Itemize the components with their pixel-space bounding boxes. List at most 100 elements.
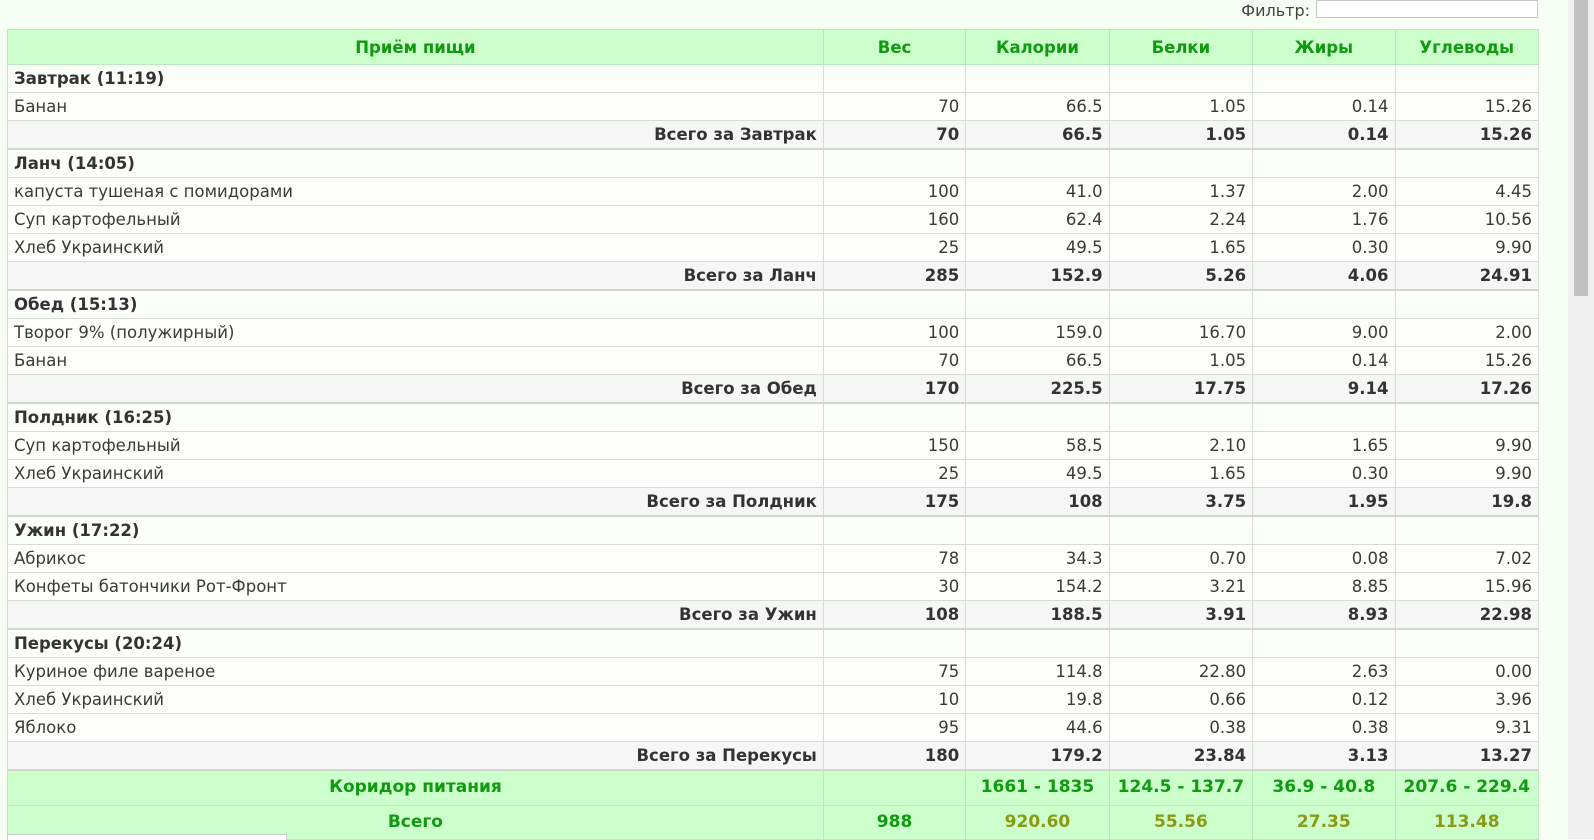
- food-calories: 66.5: [965, 92, 1110, 121]
- subtotal-carbs: 24.91: [1394, 261, 1539, 291]
- empty-cell: [822, 148, 967, 178]
- food-carbs: 7.02: [1394, 544, 1539, 573]
- food-protein: 0.66: [1108, 685, 1254, 714]
- empty-cell: [1108, 515, 1254, 545]
- subtotal-protein: 1.05: [1108, 120, 1254, 150]
- subtotal-fat: 1.95: [1252, 487, 1396, 517]
- column-header-calories[interactable]: Калории: [965, 29, 1110, 65]
- subtotal-fat: 8.93: [1252, 600, 1396, 630]
- food-fat: 0.08: [1252, 544, 1396, 573]
- food-item-row[interactable]: Конфеты батончики Рот-Фронт 30 154.2 3.21 8.…: [7, 572, 1539, 601]
- food-item-row[interactable]: Банан 70 66.5 1.05 0.14 15.26: [7, 346, 1539, 375]
- food-fat: 0.14: [1252, 346, 1396, 375]
- food-protein: 0.70: [1108, 544, 1254, 573]
- column-header-meal[interactable]: Приём пищи: [7, 29, 824, 65]
- food-calories: 154.2: [965, 572, 1110, 601]
- meal-subtotal-row: Всего за Ужин 108 188.5 3.91 8.93 22.98: [7, 600, 1539, 630]
- vertical-scrollbar[interactable]: [1568, 0, 1594, 839]
- food-name: Хлеб Украинский: [7, 233, 824, 262]
- meal-subtotal-row: Всего за Полдник 175 108 3.75 1.95 19.8: [7, 487, 1539, 517]
- subtotal-fat: 0.14: [1252, 120, 1396, 150]
- subtotal-protein: 5.26: [1108, 261, 1254, 291]
- column-header-weight[interactable]: Вес: [822, 29, 967, 65]
- subtotal-calories: 179.2: [965, 741, 1110, 771]
- food-calories: 62.4: [965, 205, 1110, 234]
- empty-cell: [1108, 402, 1254, 432]
- food-carbs: 9.31: [1394, 713, 1539, 742]
- empty-cell: [822, 289, 967, 319]
- food-calories: 114.8: [965, 657, 1110, 686]
- subtotal-label: Всего за Ланч: [7, 261, 824, 291]
- meal-group-row: Завтрак (11:19): [7, 64, 1539, 93]
- empty-cell: [1252, 289, 1396, 319]
- food-fat: 0.38: [1252, 713, 1396, 742]
- column-header-fat[interactable]: Жиры: [1252, 29, 1396, 65]
- filter-bar: Фильтр:: [1241, 0, 1538, 20]
- food-item-row[interactable]: Хлеб Украинский 25 49.5 1.65 0.30 9.90: [7, 233, 1539, 262]
- subtotal-fat: 9.14: [1252, 374, 1396, 404]
- food-fat: 0.12: [1252, 685, 1396, 714]
- food-item-row[interactable]: Абрикос 78 34.3 0.70 0.08 7.02: [7, 544, 1539, 573]
- subtotal-carbs: 22.98: [1394, 600, 1539, 630]
- food-carbs: 4.45: [1394, 177, 1539, 206]
- food-name: Абрикос: [7, 544, 824, 573]
- subtotal-calories: 152.9: [965, 261, 1110, 291]
- meal-subtotal-row: Всего за Перекусы 180 179.2 23.84 3.13 13.27: [7, 741, 1539, 771]
- subtotal-weight: 180: [822, 741, 967, 771]
- meal-group-title: Ужин (17:22): [7, 515, 824, 545]
- food-item-row[interactable]: Куриное филе вареное 75 114.8 22.80 2.63 0.00: [7, 657, 1539, 686]
- food-item-row[interactable]: Хлеб Украинский 25 49.5 1.65 0.30 9.90: [7, 459, 1539, 488]
- food-protein: 16.70: [1108, 318, 1254, 347]
- column-header-protein[interactable]: Белки: [1108, 29, 1254, 65]
- food-carbs: 9.90: [1394, 431, 1539, 460]
- food-protein: 1.05: [1108, 92, 1254, 121]
- empty-cell: [1252, 402, 1396, 432]
- table-body: Завтрак (11:19) Банан 70 66.5 1.05 0.14 15.26 В…: [7, 64, 1539, 771]
- food-protein: 3.21: [1108, 572, 1254, 601]
- corridor-label: Коридор питания: [7, 769, 824, 806]
- food-fat: 1.65: [1252, 431, 1396, 460]
- nutrition-table: Приём пищи Вес Калории Белки Жиры Углево…: [7, 29, 1539, 840]
- food-calories: 34.3: [965, 544, 1110, 573]
- food-protein: 2.10: [1108, 431, 1254, 460]
- food-fat: 1.76: [1252, 205, 1396, 234]
- empty-cell: [1252, 628, 1396, 658]
- food-name: Куриное филе вареное: [7, 657, 824, 686]
- meal-group-row: Ланч (14:05): [7, 148, 1539, 178]
- food-item-row[interactable]: Банан 70 66.5 1.05 0.14 15.26: [7, 92, 1539, 121]
- food-item-row[interactable]: Творог 9% (полужирный) 100 159.0 16.70 9.00 2…: [7, 318, 1539, 347]
- empty-cell: [965, 148, 1110, 178]
- food-carbs: 15.26: [1394, 346, 1539, 375]
- food-item-row[interactable]: Яблоко 95 44.6 0.38 0.38 9.31: [7, 713, 1539, 742]
- meal-subtotal-row: Всего за Ланч 285 152.9 5.26 4.06 24.91: [7, 261, 1539, 291]
- scrollbar-thumb[interactable]: [1574, 0, 1588, 296]
- food-item-row[interactable]: Хлеб Украинский 10 19.8 0.66 0.12 3.96: [7, 685, 1539, 714]
- meal-subtotal-row: Всего за Обед 170 225.5 17.75 9.14 17.26: [7, 374, 1539, 404]
- food-item-row[interactable]: Суп картофельный 150 58.5 2.10 1.65 9.90: [7, 431, 1539, 460]
- meal-group-title: Завтрак (11:19): [7, 64, 824, 93]
- food-protein: 1.65: [1108, 459, 1254, 488]
- food-carbs: 0.00: [1394, 657, 1539, 686]
- empty-cell: [1394, 148, 1539, 178]
- subtotal-calories: 225.5: [965, 374, 1110, 404]
- food-weight: 95: [822, 713, 967, 742]
- subtotal-label: Всего за Обед: [7, 374, 824, 404]
- subtotal-calories: 108: [965, 487, 1110, 517]
- corridor-protein: 124.5 - 137.7: [1108, 769, 1254, 806]
- column-header-carbs[interactable]: Углеводы: [1394, 29, 1539, 65]
- food-protein: 2.24: [1108, 205, 1254, 234]
- subtotal-weight: 70: [822, 120, 967, 150]
- empty-cell: [1252, 515, 1396, 545]
- food-item-row[interactable]: Суп картофельный 160 62.4 2.24 1.76 10.56: [7, 205, 1539, 234]
- empty-cell: [1108, 148, 1254, 178]
- subtotal-fat: 3.13: [1252, 741, 1396, 771]
- empty-cell: [822, 628, 967, 658]
- food-protein: 1.65: [1108, 233, 1254, 262]
- food-protein: 1.37: [1108, 177, 1254, 206]
- subtotal-protein: 17.75: [1108, 374, 1254, 404]
- filter-input[interactable]: [1316, 0, 1538, 18]
- food-carbs: 3.96: [1394, 685, 1539, 714]
- meal-group-row: Ужин (17:22): [7, 515, 1539, 545]
- food-item-row[interactable]: капуста тушеная с помидорами 100 41.0 1.37 2…: [7, 177, 1539, 206]
- food-carbs: 10.56: [1394, 205, 1539, 234]
